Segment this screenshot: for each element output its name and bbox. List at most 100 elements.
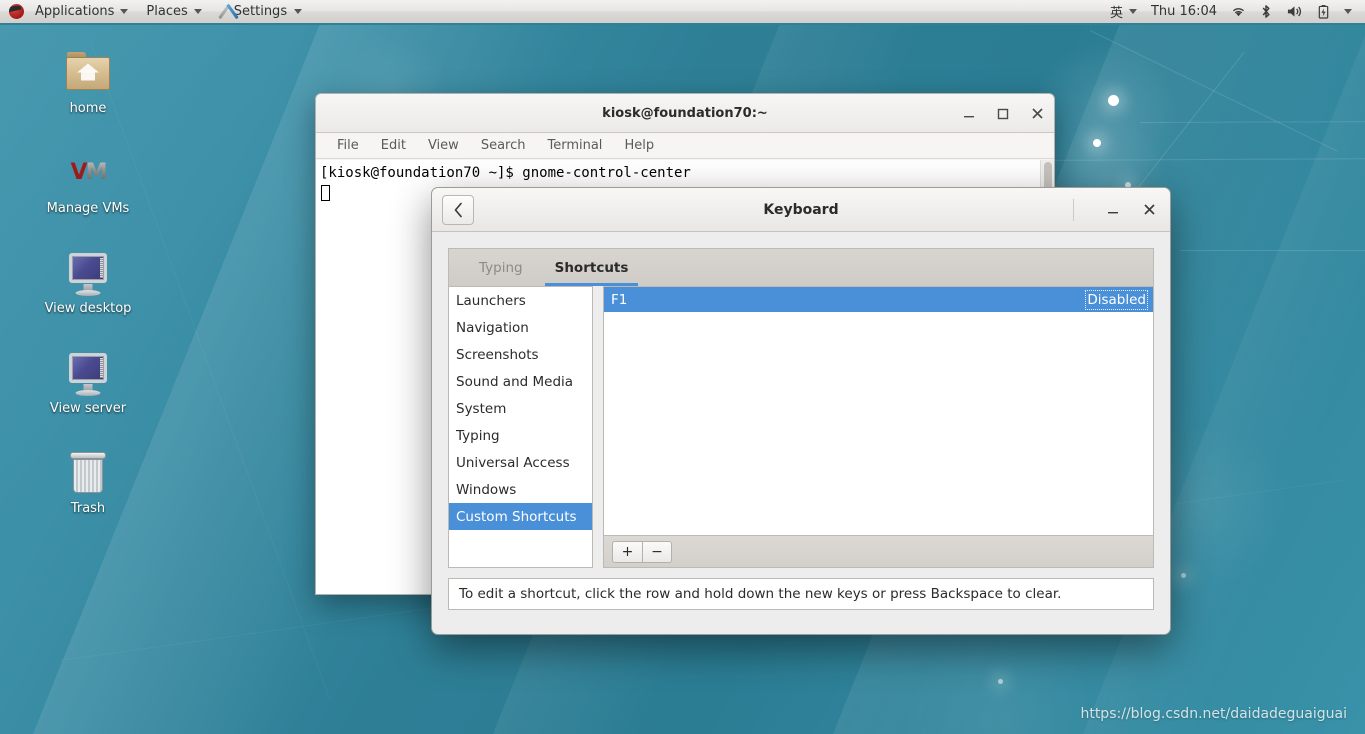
- menu-places-label: Places: [146, 4, 188, 19]
- tab-shortcuts[interactable]: Shortcuts: [539, 249, 645, 286]
- tab-shortcuts-label: Shortcuts: [554, 259, 629, 276]
- system-tray: 英 Thu 16:04: [1103, 0, 1365, 23]
- menu-settings-label: Settings: [233, 4, 288, 19]
- tab-typing[interactable]: Typing: [463, 249, 539, 286]
- shortcut-category-list[interactable]: Launchers Navigation Screenshots Sound a…: [448, 286, 593, 568]
- terminal-command-line: [kiosk@foundation70 ~]$ gnome-control-ce…: [320, 165, 691, 181]
- shortcut-accelerator[interactable]: Disabled: [1085, 289, 1148, 310]
- tools-icon: [218, 3, 240, 21]
- category-typing[interactable]: Typing: [449, 422, 592, 449]
- category-label: Launchers: [456, 292, 526, 309]
- top-panel: Applications Places Settings 英 Thu 16:04: [0, 0, 1365, 25]
- desktop-icon-home[interactable]: home: [34, 48, 142, 116]
- terminal-menubar: File Edit View Search Terminal Help: [316, 133, 1054, 159]
- bg-dot: [1093, 139, 1101, 147]
- bg-dot: [1181, 573, 1186, 578]
- bluetooth-icon-svg: [1262, 5, 1270, 18]
- desktop-icon-label: View desktop: [44, 301, 132, 316]
- desktop-icon-label: Trash: [70, 501, 106, 516]
- battery-icon[interactable]: [1310, 0, 1337, 23]
- desktop-icon-view-desktop[interactable]: View desktop: [34, 248, 142, 316]
- category-sound-and-media[interactable]: Sound and Media: [449, 368, 592, 395]
- page-title: Keyboard: [763, 201, 839, 218]
- shortcut-name: F1: [611, 291, 628, 308]
- terminal-menu-search[interactable]: Search: [470, 138, 537, 153]
- clock-label: Thu 16:04: [1150, 4, 1217, 19]
- category-system[interactable]: System: [449, 395, 592, 422]
- menu-places[interactable]: Places: [137, 0, 210, 23]
- redhat-logo-button[interactable]: [0, 0, 26, 23]
- add-shortcut-button[interactable]: +: [612, 540, 642, 563]
- bg-line: [1019, 158, 1365, 161]
- category-label: Navigation: [456, 319, 529, 336]
- desktop-icon-label: home: [69, 101, 107, 116]
- bg-line: [1139, 121, 1365, 123]
- remove-shortcut-button[interactable]: −: [642, 540, 672, 563]
- terminal-window-buttons: [960, 94, 1046, 133]
- wifi-icon[interactable]: [1224, 0, 1253, 23]
- chevron-down-icon: [193, 9, 202, 14]
- watermark: https://blog.csdn.net/daidadeguaiguai: [1080, 706, 1347, 722]
- menu-applications[interactable]: Applications: [26, 0, 137, 23]
- category-launchers[interactable]: Launchers: [449, 287, 592, 314]
- keyboard-content: Typing Shortcuts Launchers Navigation Sc…: [432, 232, 1170, 626]
- terminal-cursor: [321, 185, 330, 201]
- input-method-label: 英: [1109, 6, 1123, 21]
- battery-icon-svg: [1318, 4, 1329, 19]
- terminal-title: kiosk@foundation70:~: [602, 105, 768, 121]
- terminal-menu-file[interactable]: File: [326, 138, 370, 153]
- keyboard-close-button[interactable]: [1138, 199, 1160, 221]
- shortcut-row-f1[interactable]: F1 Disabled: [604, 287, 1153, 312]
- desktop-icon-manage-vms[interactable]: VM Manage VMs: [34, 148, 142, 217]
- bg-line: [1180, 250, 1365, 251]
- keyboard-window-buttons: [1073, 188, 1170, 232]
- keyboard-tabbar: Typing Shortcuts: [448, 248, 1154, 286]
- chevron-down-icon: [1344, 9, 1352, 14]
- category-label: Custom Shortcuts: [456, 508, 577, 525]
- terminal-minimize-button[interactable]: [960, 105, 978, 123]
- category-label: Universal Access: [456, 454, 570, 471]
- volume-icon[interactable]: [1279, 0, 1310, 23]
- terminal-close-button[interactable]: [1028, 105, 1046, 123]
- divider: [1073, 198, 1074, 221]
- menu-applications-label: Applications: [35, 4, 115, 19]
- category-screenshots[interactable]: Screenshots: [449, 341, 592, 368]
- folder-home-icon: [64, 48, 112, 96]
- category-universal-access[interactable]: Universal Access: [449, 449, 592, 476]
- system-menu-caret-icon[interactable]: [1337, 0, 1359, 23]
- chevron-down-icon: [120, 9, 129, 14]
- chevron-down-icon: [294, 9, 303, 14]
- input-method-indicator[interactable]: 英: [1103, 0, 1144, 23]
- keyboard-headerbar[interactable]: Keyboard: [432, 188, 1170, 232]
- bg-dot: [998, 679, 1003, 684]
- menu-settings[interactable]: Settings: [211, 0, 311, 23]
- keyboard-minimize-button[interactable]: [1102, 199, 1124, 221]
- clock[interactable]: Thu 16:04: [1144, 0, 1224, 23]
- category-label: System: [456, 400, 507, 417]
- terminal-menu-terminal[interactable]: Terminal: [536, 138, 613, 153]
- category-label: Windows: [456, 481, 517, 498]
- terminal-menu-view[interactable]: View: [417, 138, 470, 153]
- bluetooth-icon[interactable]: [1253, 0, 1279, 23]
- shortcut-list-area: F1 Disabled + −: [603, 286, 1154, 568]
- terminal-menu-edit[interactable]: Edit: [370, 138, 417, 153]
- monitor-icon: [64, 248, 112, 296]
- monitor-icon: [64, 348, 112, 396]
- category-custom-shortcuts[interactable]: Custom Shortcuts: [449, 503, 592, 530]
- shortcut-list-toolbar: + −: [604, 535, 1153, 567]
- back-button[interactable]: [442, 194, 474, 225]
- keyboard-settings-window[interactable]: Keyboard Typing Shortcuts Launchers Navi…: [431, 187, 1171, 635]
- terminal-titlebar[interactable]: kiosk@foundation70:~: [316, 94, 1054, 133]
- category-windows[interactable]: Windows: [449, 476, 592, 503]
- bg-dot: [1108, 95, 1119, 106]
- terminal-menu-help[interactable]: Help: [613, 138, 665, 153]
- category-navigation[interactable]: Navigation: [449, 314, 592, 341]
- add-remove-button-group: + −: [612, 540, 672, 563]
- desktop-icon-trash[interactable]: Trash: [34, 448, 142, 516]
- chevron-down-icon: [1128, 9, 1137, 14]
- desktop-icon-label: View server: [49, 401, 127, 416]
- shortcut-list[interactable]: F1 Disabled: [604, 287, 1153, 535]
- desktop-icon-label: Manage VMs: [46, 201, 130, 216]
- desktop-icon-view-server[interactable]: View server: [34, 348, 142, 416]
- terminal-maximize-button[interactable]: [994, 105, 1012, 123]
